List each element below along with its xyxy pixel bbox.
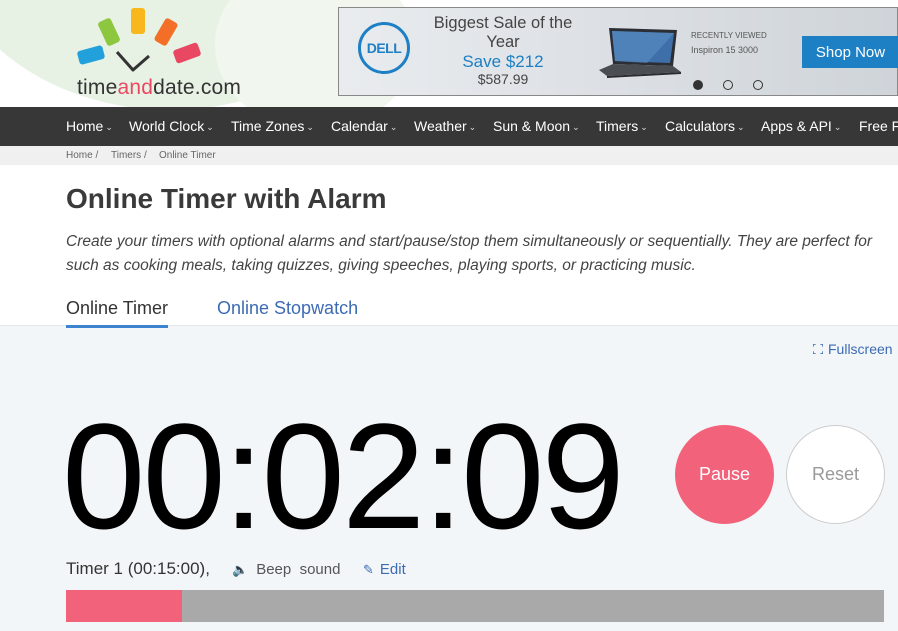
nav-item-label: Timers [596, 118, 639, 134]
nav-item-label: World Clock [129, 118, 205, 134]
chevron-down-icon: ⌄ [640, 122, 648, 132]
logo-bar-orange [153, 17, 179, 47]
reset-button[interactable]: Reset [786, 425, 885, 524]
nav-item-label: Calendar [331, 118, 388, 134]
ad-title: Biggest Sale of the Year [433, 14, 573, 51]
timer-progress-bar [66, 590, 884, 622]
nav-item-apps-api[interactable]: Apps & API ⌄ [761, 107, 841, 146]
site-header: timeanddate.com DELL Biggest Sale of the… [0, 0, 898, 107]
logo-bar-blue [76, 44, 106, 66]
page-title: Online Timer with Alarm [66, 183, 387, 214]
active-tab-indicator [66, 325, 168, 328]
dell-logo: DELL [358, 22, 410, 74]
nav-item-calculators[interactable]: Calculators ⌄ [665, 107, 745, 146]
nav-item-label: Time Zones [231, 118, 305, 134]
nav-item-time-zones[interactable]: Time Zones ⌄ [231, 107, 314, 146]
page-description-line: such as cooking meals, taking quizzes, g… [66, 257, 696, 274]
shop-now-button[interactable]: Shop Now [802, 36, 898, 68]
laptop-image [599, 28, 681, 78]
timer-progress-fill [66, 590, 182, 622]
nav-item-world-clock[interactable]: World Clock ⌄ [129, 107, 214, 146]
pencil-icon: ✎ [363, 562, 374, 577]
edit-timer-link[interactable]: ✎ Edit [363, 561, 406, 578]
page-description: Create your timers with optional alarms … [66, 230, 898, 278]
chevron-down-icon: ⌄ [389, 122, 398, 132]
nav-item-free-fun[interactable]: Free F [859, 107, 898, 146]
main-navigation: Home ⌄ World Clock ⌄ Time Zones ⌄ Calendar ⌄… [0, 107, 898, 146]
breadcrumb-timers[interactable]: Timers / [111, 150, 147, 161]
fullscreen-button[interactable]: Fullscreen [813, 341, 893, 357]
tab-online-stopwatch[interactable]: Online Stopwatch [217, 298, 358, 319]
ad-price: $587.99 [477, 71, 529, 87]
logo-text-and: and [117, 76, 154, 99]
timer-display: 00:02:09 [62, 392, 625, 560]
sound-word: sound [299, 561, 341, 578]
nav-item-label: Weather [414, 118, 467, 134]
ad-recently-viewed: RECENTLY VIEWED [691, 31, 767, 40]
nav-item-timers[interactable]: Timers ⌄ [596, 107, 648, 146]
logo-bar-green [97, 17, 121, 47]
logo-wordmark[interactable]: timeanddate.com [77, 76, 241, 100]
chevron-down-icon: ⌄ [833, 122, 842, 132]
logo-text-date: date.com [153, 76, 242, 99]
timer-panel: Fullscreen 00:02:09 Pause Reset Timer 1 … [0, 325, 898, 631]
ad-slide-dot-3[interactable] [753, 80, 763, 90]
chevron-down-icon: ⌄ [737, 122, 745, 132]
nav-item-label: Apps & API [761, 118, 832, 134]
breadcrumb-home[interactable]: Home / [66, 150, 98, 161]
clock-hands-icon [115, 51, 150, 72]
chevron-down-icon: ⌄ [468, 122, 477, 132]
nav-item-home[interactable]: Home ⌄ [66, 107, 113, 146]
chevron-down-icon: ⌄ [105, 122, 113, 132]
chevron-down-icon: ⌄ [572, 122, 580, 132]
alarm-sound-info: 🔈 Beep sound [232, 561, 340, 578]
nav-item-label: Calculators [665, 118, 736, 134]
ad-save-text: Save $212 [462, 52, 544, 71]
ad-slide-dot-2[interactable] [723, 80, 733, 90]
chevron-down-icon: ⌄ [306, 122, 314, 132]
nav-item-label: Home [66, 118, 104, 134]
breadcrumb: Home / Timers / Online Timer [0, 146, 898, 165]
nav-item-weather[interactable]: Weather ⌄ [414, 107, 476, 146]
pause-button[interactable]: Pause [675, 425, 774, 524]
logo-bar-red [172, 41, 202, 65]
speaker-icon: 🔈 [232, 562, 249, 577]
nav-item-label: Sun & Moon [493, 118, 571, 134]
tab-online-timer[interactable]: Online Timer [66, 298, 168, 319]
page-description-line: Create your timers with optional alarms … [66, 233, 873, 250]
logo-bar-yellow [131, 8, 145, 34]
breadcrumb-current: Online Timer [159, 150, 216, 161]
fullscreen-label: Fullscreen [828, 341, 893, 357]
edit-label: Edit [379, 561, 406, 578]
fullscreen-icon [813, 344, 823, 354]
timer-info: Timer 1 (00:15:00), [66, 559, 210, 578]
nav-item-calendar[interactable]: Calendar ⌄ [331, 107, 397, 146]
ad-slide-dot-1[interactable] [693, 80, 703, 90]
ad-model-name: Inspiron 15 3000 [691, 45, 759, 55]
logo-text-time: time [77, 76, 118, 99]
nav-item-sun-moon[interactable]: Sun & Moon ⌄ [493, 107, 580, 146]
advertisement-banner[interactable]: DELL Biggest Sale of the Year Save $212 … [338, 7, 898, 96]
chevron-down-icon: ⌄ [206, 122, 214, 132]
sound-name: Beep [256, 561, 292, 578]
nav-item-label: Free F [859, 118, 898, 134]
